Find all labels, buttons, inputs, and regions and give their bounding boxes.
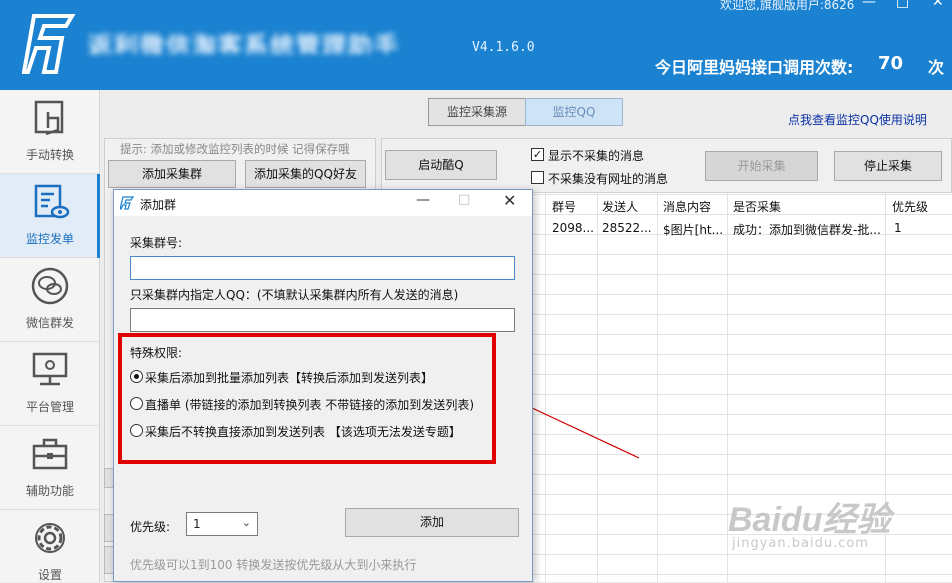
add-button[interactable]: 添加 bbox=[345, 508, 519, 537]
radio-unchecked-icon[interactable] bbox=[130, 397, 143, 410]
column-header-content[interactable]: 消息内容 bbox=[663, 198, 711, 215]
tab-monitor-qq[interactable]: 监控QQ bbox=[525, 98, 623, 126]
dialog-maximize-icon: □ bbox=[458, 192, 471, 207]
start-collect-button[interactable]: 开始采集 bbox=[705, 151, 818, 181]
group-number-label: 采集群号: bbox=[130, 236, 183, 250]
app-small-icon bbox=[120, 196, 134, 210]
special-permission-label: 特殊权限: bbox=[130, 346, 183, 360]
sidebar-item-label: 辅助功能 bbox=[25, 484, 74, 498]
radio-checked-icon[interactable] bbox=[130, 370, 143, 383]
app-logo-icon bbox=[22, 14, 76, 74]
dialog-close-icon[interactable]: ✕ bbox=[503, 191, 516, 210]
checkbox-checked-icon[interactable]: ✓ bbox=[531, 148, 544, 161]
group-number-input[interactable] bbox=[130, 256, 515, 280]
priority-label: 优先级: bbox=[130, 520, 171, 534]
close-icon[interactable]: ✕ bbox=[932, 0, 944, 10]
table-cell[interactable]: 2098... bbox=[552, 221, 594, 235]
sidebar: 手动转换 监控发单 微信群发 平台管理 辅助功能 设置 bbox=[0, 90, 100, 582]
api-count-value: 70 bbox=[878, 53, 904, 74]
api-count-unit: 次 bbox=[928, 58, 945, 77]
radio-label: 采集后不转换直接添加到发送列表 【该选项无法发送专题】 bbox=[145, 425, 461, 439]
sidebar-item-monitor-send[interactable]: 监控发单 bbox=[0, 174, 100, 258]
member-qq-label: 只采集群内指定人QQ：(不填默认采集群内所有人发送的消息) bbox=[130, 288, 459, 302]
sidebar-item-settings[interactable]: 设置 bbox=[0, 510, 100, 582]
sidebar-item-tools[interactable]: 辅助功能 bbox=[0, 426, 100, 510]
column-header-group[interactable]: 群号 bbox=[552, 198, 576, 215]
column-divider bbox=[545, 193, 546, 583]
sidebar-item-label: 监控发单 bbox=[25, 232, 74, 246]
table-cell[interactable]: 28522... bbox=[602, 221, 654, 235]
column-divider bbox=[597, 193, 598, 583]
mode-tabs: 监控采集源 监控QQ bbox=[428, 98, 624, 126]
checkbox-label: 显示不采集的消息 bbox=[548, 149, 645, 163]
app-title: 返利微信淘客系统管理助手 bbox=[88, 32, 400, 54]
baidu-watermark: Baidu经验 jingyan.baidu.com bbox=[728, 492, 908, 562]
priority-select[interactable]: 1 ⌄ bbox=[186, 512, 258, 536]
gear-icon bbox=[35, 523, 65, 553]
version-label: V4.1.6.0 bbox=[472, 40, 535, 55]
sidebar-item-label: 平台管理 bbox=[25, 400, 74, 414]
stop-collect-button[interactable]: 停止采集 bbox=[834, 151, 942, 181]
start-coolq-button[interactable]: 启动酷Q bbox=[385, 150, 497, 180]
checkbox-label: 不采集没有网址的消息 bbox=[548, 172, 669, 186]
sidebar-item-manual-convert[interactable]: 手动转换 bbox=[0, 90, 100, 174]
column-header-collected[interactable]: 是否采集 bbox=[733, 198, 781, 215]
sidebar-item-label: 手动转换 bbox=[25, 148, 74, 162]
radio-label: 直播单 (带链接的添加到转换列表 不带链接的添加到发送列表) bbox=[145, 398, 474, 412]
priority-value: 1 bbox=[193, 517, 201, 531]
column-header-sender[interactable]: 发送人 bbox=[602, 198, 638, 215]
hand-convert-icon bbox=[34, 100, 64, 136]
tab-monitor-source[interactable]: 监控采集源 bbox=[428, 98, 526, 126]
sidebar-item-label: 微信群发 bbox=[25, 316, 74, 330]
table-cell[interactable]: $图片[ht... bbox=[663, 221, 725, 238]
sidebar-item-label: 设置 bbox=[37, 568, 62, 582]
member-qq-input[interactable] bbox=[130, 308, 515, 332]
dialog-title: 添加群 bbox=[140, 198, 177, 212]
minimize-icon[interactable]: — bbox=[862, 0, 876, 10]
sidebar-item-platform[interactable]: 平台管理 bbox=[0, 342, 100, 426]
table-cell[interactable]: 成功：添加到微信群发-批... bbox=[733, 221, 883, 238]
watermark-main: Baidu经验 bbox=[728, 501, 891, 539]
radio-label: 采集后添加到批量添加列表【转换后添加到发送列表】 bbox=[145, 371, 434, 385]
dialog-titlebar[interactable]: 添加群 — □ ✕ bbox=[114, 190, 532, 216]
platform-icon bbox=[32, 352, 68, 386]
sidebar-item-wechat-broadcast[interactable]: 微信群发 bbox=[0, 258, 100, 342]
help-link[interactable]: 点我查看监控QQ使用说明 bbox=[788, 111, 927, 128]
checkbox-unchecked-icon[interactable] bbox=[531, 171, 544, 184]
column-divider bbox=[657, 193, 658, 583]
add-group-dialog: 添加群 — □ ✕ 采集群号: 只采集群内指定人QQ：(不填默认采集群内所有人发… bbox=[113, 189, 533, 582]
dialog-minimize-icon[interactable]: — bbox=[416, 192, 430, 208]
api-count-label: 今日阿里妈妈接口调用次数: bbox=[655, 58, 854, 77]
priority-note: 优先级可以1到100 转换发送按优先级从大到小来执行 bbox=[130, 558, 417, 572]
window-controls: — □ ✕ bbox=[858, 0, 952, 12]
table-cell[interactable]: 1 bbox=[894, 221, 934, 235]
hint-text: 提示: 添加或修改监控列表的时候 记得保存哦 bbox=[120, 142, 350, 156]
watermark-sub: jingyan.baidu.com bbox=[732, 536, 869, 551]
maximize-icon[interactable]: □ bbox=[896, 0, 909, 10]
add-group-button[interactable]: 添加采集群 bbox=[108, 160, 236, 188]
monitor-send-icon bbox=[34, 184, 70, 219]
toolbox-icon bbox=[32, 438, 68, 470]
chevron-down-icon[interactable]: ⌄ bbox=[242, 516, 251, 529]
add-qq-friend-button[interactable]: 添加采集的QQ好友 bbox=[245, 160, 366, 188]
column-header-priority[interactable]: 优先级 bbox=[892, 198, 928, 215]
radio-unchecked-icon[interactable] bbox=[130, 424, 143, 437]
welcome-text: 欢迎您,旗舰版用户:8626 bbox=[720, 0, 855, 12]
app-header: 返利微信淘客系统管理助手 V4.1.6.0 欢迎您,旗舰版用户:8626 — □… bbox=[0, 0, 952, 90]
wechat-icon bbox=[31, 267, 69, 305]
